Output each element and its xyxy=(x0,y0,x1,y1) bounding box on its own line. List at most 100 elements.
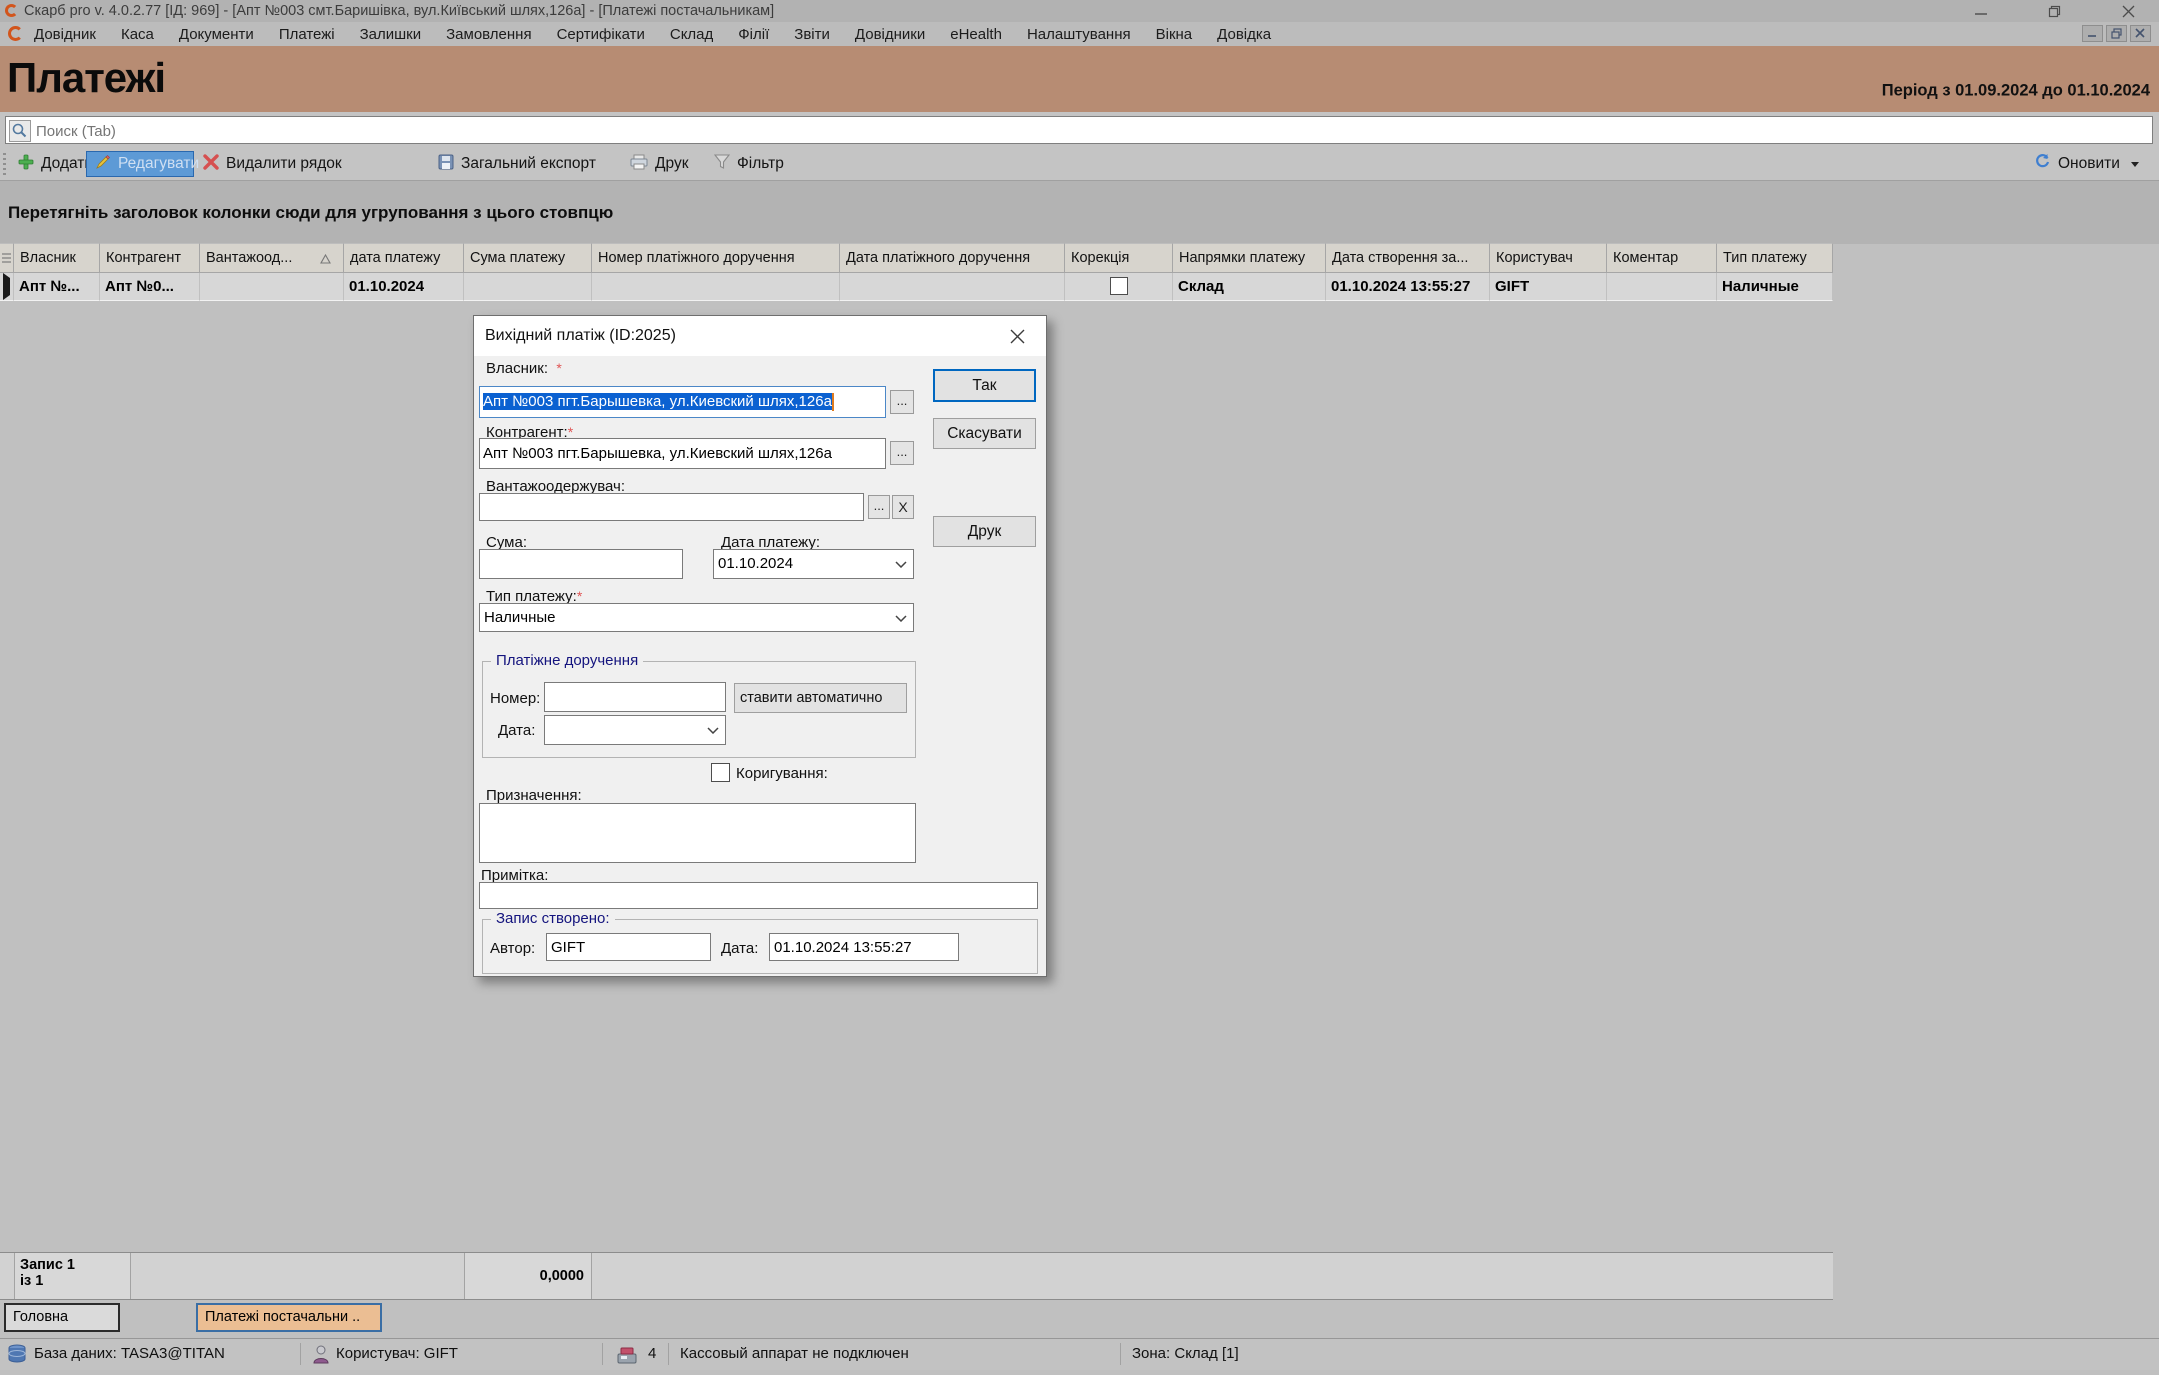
status-bar: База даних: TASA3@TITAN Користувач: GIFT… xyxy=(0,1338,2159,1370)
column-header-order-date[interactable]: Дата платіжного доручення xyxy=(840,243,1065,273)
cancel-button[interactable]: Скасувати xyxy=(933,418,1036,449)
mdi-minimize-button[interactable] xyxy=(2082,25,2103,42)
column-header-owner[interactable]: Власник xyxy=(14,243,100,273)
filter-label: Фільтр xyxy=(737,155,784,173)
menu-item-ehealth[interactable]: eHealth xyxy=(950,26,1002,43)
export-button[interactable]: Загальний експорт xyxy=(438,148,596,180)
print-button[interactable]: Друк xyxy=(630,148,688,180)
row-cell-correction[interactable] xyxy=(1065,273,1173,301)
refresh-dropdown-icon[interactable] xyxy=(2131,162,2139,167)
ok-button[interactable]: Так xyxy=(933,369,1036,402)
menu-item-zvity[interactable]: Звіти xyxy=(794,26,830,43)
toolbar-grip[interactable] xyxy=(3,153,6,175)
add-button[interactable]: Додати xyxy=(18,148,93,180)
pay-date-combo[interactable]: 01.10.2024 xyxy=(713,549,914,579)
note-input[interactable] xyxy=(479,882,1038,909)
adjustment-checkbox[interactable] xyxy=(711,763,730,782)
menu-item-vikna[interactable]: Вікна xyxy=(1156,26,1193,43)
cash-register-icon xyxy=(616,1345,638,1375)
column-header-counterparty[interactable]: Контрагент xyxy=(100,243,200,273)
menu-item-platezhi[interactable]: Платежі xyxy=(279,26,335,43)
menu-item-zalyshky[interactable]: Залишки xyxy=(360,26,422,43)
order-date-combo[interactable] xyxy=(544,715,726,745)
refresh-button[interactable]: Оновити xyxy=(2034,148,2139,180)
window-maximize-button[interactable] xyxy=(2038,2,2070,19)
status-separator xyxy=(668,1343,669,1365)
pay-type-combo[interactable]: Наличные xyxy=(479,603,914,632)
window-close-button[interactable] xyxy=(2112,2,2144,19)
row-cell-direction[interactable]: Склад xyxy=(1173,273,1326,301)
filter-button[interactable]: Фільтр xyxy=(714,148,784,180)
row-cell-created[interactable]: 01.10.2024 13:55:27 xyxy=(1326,273,1490,301)
sort-ascending-icon xyxy=(320,254,331,264)
refresh-icon xyxy=(2034,153,2051,175)
column-header-order-number[interactable]: Номер платіжного доручення xyxy=(592,243,840,273)
menu-item-nalashtuvannya[interactable]: Налаштування xyxy=(1027,26,1131,43)
edit-button[interactable]: Редагувати xyxy=(86,151,194,177)
dialog-title: Вихідний платіж (ID:2025) xyxy=(485,316,676,356)
mdi-restore-button[interactable] xyxy=(2106,25,2127,42)
menu-item-filii[interactable]: Філії xyxy=(738,26,769,43)
text-caret xyxy=(832,393,834,411)
row-cell-counterparty[interactable]: Апт №0... xyxy=(100,273,200,301)
print-dialog-button[interactable]: Друк xyxy=(933,516,1036,547)
author-input[interactable] xyxy=(546,933,711,961)
row-cell-comment[interactable] xyxy=(1607,273,1717,301)
sum-input[interactable] xyxy=(479,549,683,579)
auto-number-button[interactable]: ставити автоматично xyxy=(734,683,907,713)
column-header-user[interactable]: Користувач xyxy=(1490,243,1607,273)
counterparty-field[interactable]: Апт №003 пгт.Барышевка, ул.Киевский шлях… xyxy=(479,438,886,469)
window-titlebar: Скарб pro v. 4.0.2.77 [ІД: 969] - [Апт №… xyxy=(0,0,2159,22)
tab-holovna[interactable]: Головна xyxy=(4,1303,120,1332)
menu-item-dovidnyky[interactable]: Довідники xyxy=(855,26,925,43)
search-box[interactable] xyxy=(5,116,2153,144)
owner-field[interactable]: Апт №003 пгт.Барышевка, ул.Киевский шлях… xyxy=(479,386,886,418)
correction-checkbox[interactable] xyxy=(1110,277,1128,295)
row-cell-order-date[interactable] xyxy=(840,273,1065,301)
mdi-close-button[interactable] xyxy=(2130,25,2151,42)
column-header-pay-type[interactable]: Тип платежу xyxy=(1717,243,1833,273)
column-header-consignee[interactable]: Вантажоод... xyxy=(200,243,344,273)
dialog-close-button[interactable] xyxy=(1004,324,1030,348)
menu-item-dovidka[interactable]: Довідка xyxy=(1217,26,1271,43)
menu-item-sklad[interactable]: Склад xyxy=(670,26,713,43)
printer-icon xyxy=(630,154,648,175)
delete-row-button[interactable]: Видалити рядок xyxy=(203,148,342,180)
counterparty-lookup-button[interactable]: ... xyxy=(890,441,914,465)
column-header-pay-sum[interactable]: Сума платежу xyxy=(464,243,592,273)
row-cell-user[interactable]: GIFT xyxy=(1490,273,1607,301)
menu-item-kasa[interactable]: Каса xyxy=(121,26,154,43)
column-header-created[interactable]: Дата створення за... xyxy=(1326,243,1490,273)
column-header-pay-date[interactable]: дата платежу xyxy=(344,243,464,273)
row-cell-pay-sum[interactable] xyxy=(464,273,592,301)
column-header-correction[interactable]: Корекція xyxy=(1065,243,1173,273)
column-header-direction[interactable]: Напрямки платежу xyxy=(1173,243,1326,273)
menu-item-zamovlennya[interactable]: Замовлення xyxy=(446,26,531,43)
dialog-titlebar[interactable]: Вихідний платіж (ID:2025) xyxy=(474,316,1046,356)
menu-item-dovidnyk[interactable]: Довідник xyxy=(34,26,96,43)
created-date-label: Дата: xyxy=(721,940,758,957)
consignee-field[interactable] xyxy=(479,493,864,521)
user-status: Користувач: GIFT xyxy=(336,1339,458,1369)
row-cell-pay-type[interactable]: Наличные xyxy=(1717,273,1833,301)
row-cell-pay-date[interactable]: 01.10.2024 xyxy=(344,273,464,301)
column-header-comment[interactable]: Коментар xyxy=(1607,243,1717,273)
consignee-lookup-button[interactable]: ... xyxy=(868,495,890,519)
row-cell-consignee[interactable] xyxy=(200,273,344,301)
order-number-input[interactable] xyxy=(544,682,726,712)
tab-platezhi-postachalnykam[interactable]: Платежі постачальни .. xyxy=(196,1303,382,1332)
purpose-textarea[interactable] xyxy=(479,803,916,863)
adjustment-label: Коригування: xyxy=(736,765,828,782)
created-date-input[interactable] xyxy=(769,933,959,961)
consignee-clear-button[interactable]: X xyxy=(892,495,914,519)
owner-label-text: Власник: xyxy=(486,360,548,377)
menu-item-dokumenty[interactable]: Документи xyxy=(179,26,254,43)
window-minimize-button[interactable] xyxy=(1965,2,1997,19)
owner-lookup-button[interactable]: ... xyxy=(890,390,914,414)
row-cell-order-number[interactable] xyxy=(592,273,840,301)
row-cell-owner[interactable]: Апт №... xyxy=(14,273,100,301)
menu-item-sertyfikaty[interactable]: Сертифікати xyxy=(557,26,645,43)
group-by-panel[interactable]: Перетягніть заголовок колонки сюди для у… xyxy=(0,180,2159,244)
search-input[interactable] xyxy=(34,118,2138,144)
menu-items: Довідник Каса Документи Платежі Залишки … xyxy=(34,22,1271,46)
